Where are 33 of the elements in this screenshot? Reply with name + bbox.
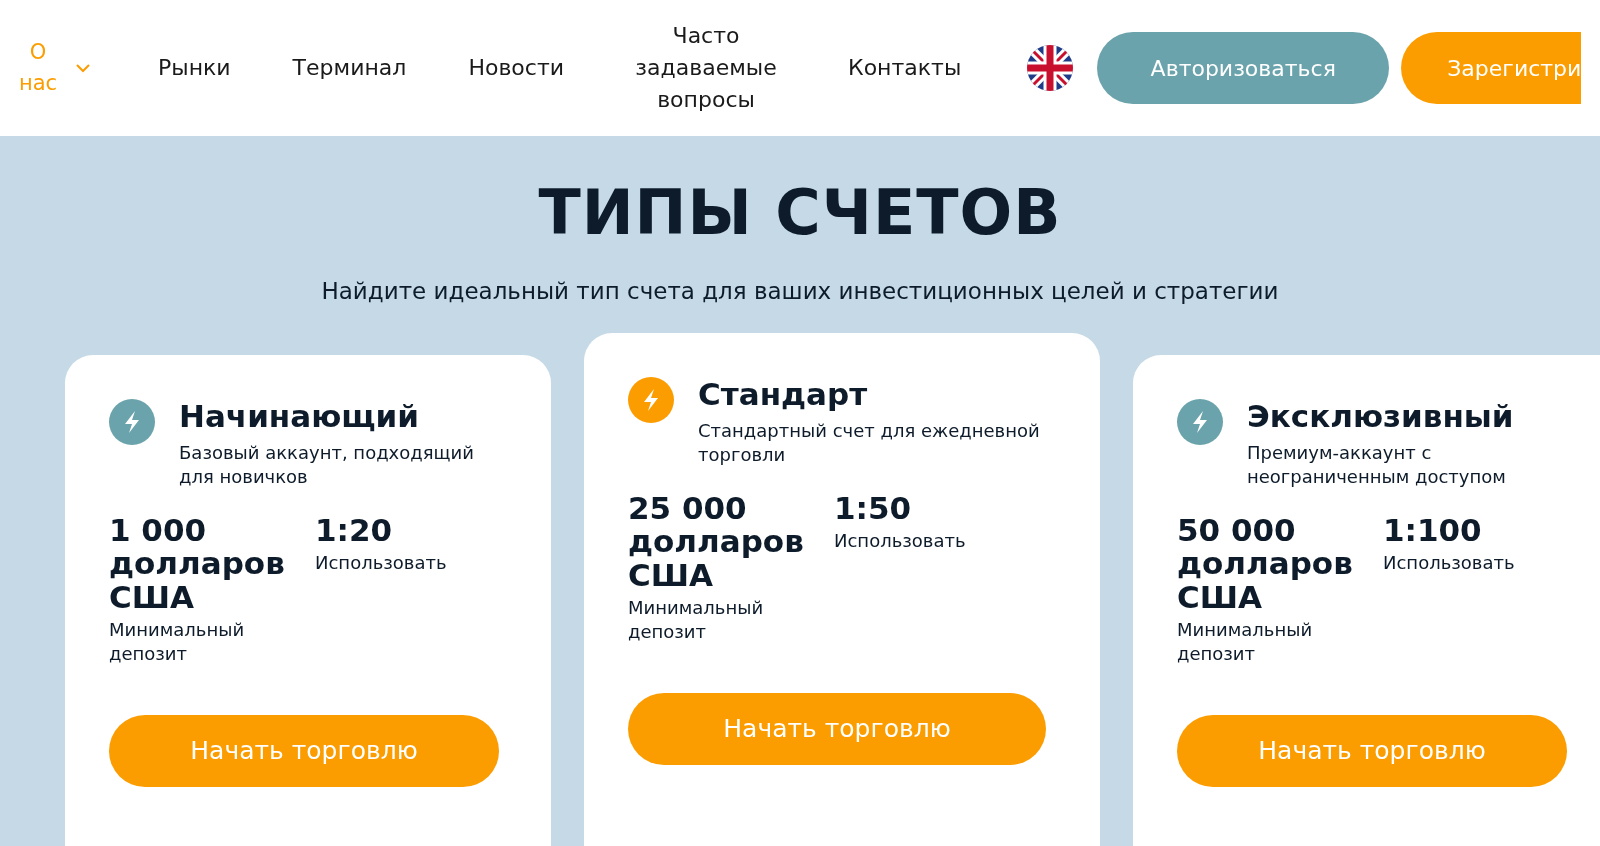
- nav-link[interactable]: Контакты: [848, 52, 962, 84]
- plan-description: Премиум-аккаунт с неограниченным доступом: [1247, 441, 1507, 490]
- start-trading-button[interactable]: Начать торговлю: [109, 714, 499, 787]
- chevron-down-icon: [76, 63, 90, 73]
- register-button[interactable]: Зарегистри: [1401, 32, 1582, 104]
- start-trading-button[interactable]: Начать торговлю: [1177, 714, 1567, 787]
- plan-name: Стандарт: [698, 376, 869, 411]
- nav-link[interactable]: Часто задаваемые вопросы: [626, 20, 786, 116]
- leverage-value: 1:20: [315, 513, 394, 548]
- plan-description: Базовый аккаунт, подходящий для новичков: [179, 441, 475, 490]
- deposit-amount: 25 000 долларов США: [628, 491, 805, 592]
- deposit-amount: 50 000 долларов США: [1177, 513, 1354, 614]
- deposit-label: Минимальный депозит: [109, 618, 246, 667]
- plan-name: Эксклюзивный: [1247, 398, 1515, 433]
- deposit-label: Минимальный депозит: [628, 596, 765, 645]
- nav-link[interactable]: Рынки: [158, 52, 231, 84]
- plan-name: Начинающий: [179, 398, 421, 433]
- flag-icon[interactable]: [1027, 45, 1074, 91]
- about-menu[interactable]: О нас: [16, 36, 90, 100]
- leverage-value: 1:100: [1383, 513, 1483, 548]
- deposit-amount: 1 000 долларов США: [109, 513, 286, 614]
- login-button[interactable]: Авторизоваться: [1097, 32, 1390, 104]
- start-trading-button[interactable]: Начать торговлю: [628, 692, 1046, 765]
- page-title: ТИПЫ СЧЕТОВ: [537, 176, 1063, 251]
- plan-description: Стандартный счет для ежедневной торговли: [698, 419, 1041, 468]
- nav-link[interactable]: Терминал: [292, 52, 407, 84]
- leverage-label: Использовать: [1383, 551, 1515, 576]
- leverage-label: Использовать: [834, 529, 966, 554]
- leverage-label: Использовать: [315, 551, 447, 576]
- nav-link[interactable]: Новости: [468, 52, 564, 84]
- leverage-value: 1:50: [834, 491, 913, 526]
- deposit-label: Минимальный депозит: [1177, 618, 1314, 667]
- page-subtitle: Найдите идеальный тип счета для ваших инвестиционных целей и стратегии: [320, 277, 1280, 307]
